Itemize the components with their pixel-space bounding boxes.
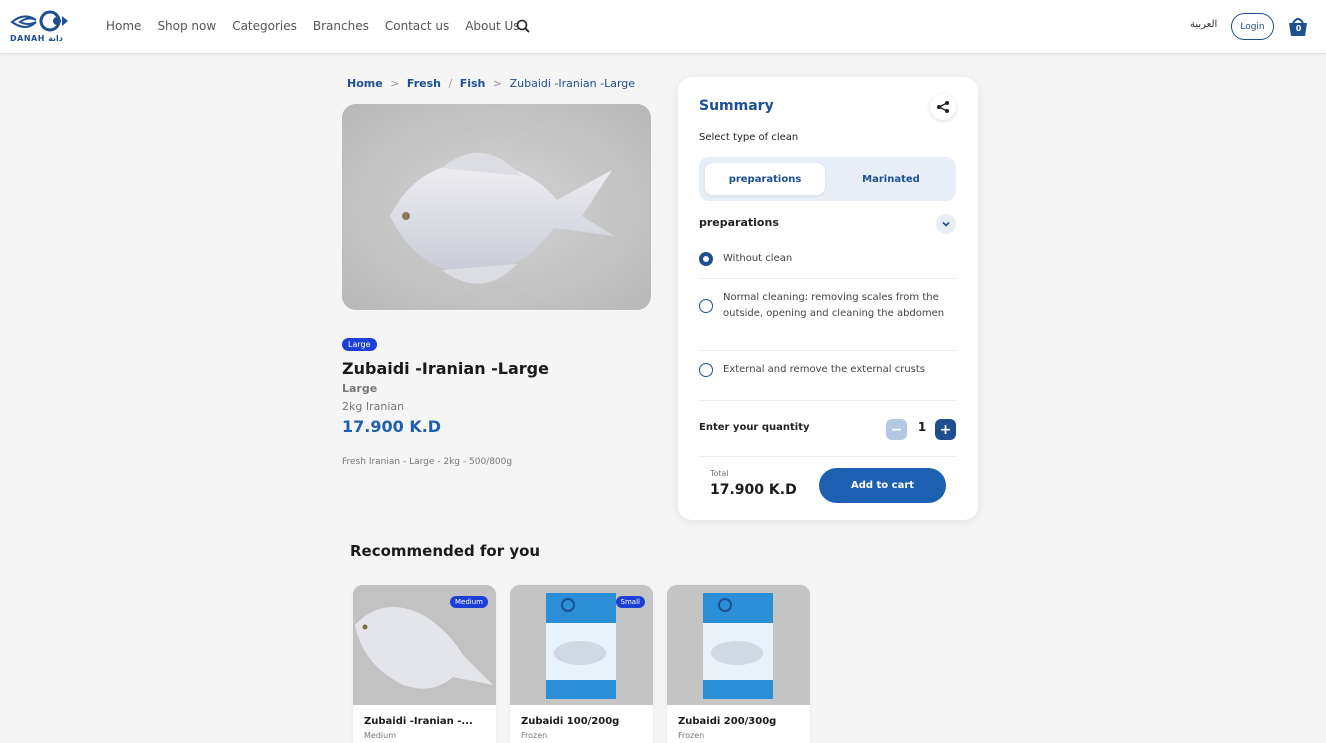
increase-quantity-button[interactable]: + (935, 419, 956, 440)
nav-contact-us[interactable]: Contact us (385, 19, 449, 33)
nav-home[interactable]: Home (106, 19, 141, 33)
add-to-cart-button[interactable]: Add to cart (819, 468, 946, 503)
search-icon[interactable] (516, 19, 530, 33)
option-normal-cleaning[interactable]: Normal cleaning: removing scales from th… (699, 290, 956, 322)
divider (699, 350, 956, 351)
summary-card: Summary Select type of clean preparation… (678, 77, 978, 520)
product-title: Zubaidi -Iranian -Large (342, 359, 549, 378)
nav-shop-now[interactable]: Shop now (157, 19, 216, 33)
product-card[interactable]: Medium Zubaidi -Iranian -... Medium (353, 585, 496, 743)
chevron-down-icon (942, 221, 950, 227)
nav-branches[interactable]: Branches (313, 19, 369, 33)
clean-type-label: Select type of clean (699, 132, 799, 143)
card-title: Zubaidi 200/300g (678, 716, 777, 727)
product-price: 17.900 K.D (342, 417, 442, 436)
size-badge: Large (342, 338, 377, 351)
card-subtitle: Medium (364, 731, 396, 740)
preparations-heading: preparations (699, 216, 779, 229)
summary-title: Summary (699, 98, 774, 114)
logo-fish-icon (10, 10, 68, 32)
option-without-clean[interactable]: Without clean (699, 251, 956, 267)
product-description: Fresh Iranian - Large - 2kg - 500/800g (342, 457, 513, 467)
card-subtitle: Frozen (678, 731, 705, 740)
product-origin: 2kg Iranian (342, 400, 405, 413)
collapse-button[interactable] (936, 214, 956, 234)
divider (699, 400, 956, 401)
product-size: Large (342, 382, 378, 395)
option-label: External and remove the external crusts (723, 364, 926, 375)
main-nav: Home Shop now Categories Branches Contac… (106, 19, 536, 33)
card-title: Zubaidi -Iranian -... (364, 716, 473, 727)
breadcrumb-fish[interactable]: Fish (460, 77, 486, 90)
card-subtitle: Frozen (521, 731, 548, 740)
nav-about-us[interactable]: About Us (465, 19, 519, 33)
quantity-value: 1 (917, 420, 927, 434)
radio-selected[interactable] (699, 252, 713, 266)
breadcrumb: Home > Fresh / Fish > Zubaidi -Iranian -… (347, 77, 635, 90)
tab-preparations[interactable]: preparations (705, 163, 825, 195)
quantity-label: Enter your quantity (699, 422, 810, 433)
nav-categories[interactable]: Categories (232, 19, 297, 33)
cart-count-badge: 0 (1295, 24, 1302, 33)
card-size-badge: Medium (450, 596, 488, 608)
product-image (342, 104, 651, 310)
recommended-heading: Recommended for you (350, 542, 541, 560)
option-label: Normal cleaning: removing scales from th… (723, 292, 945, 319)
language-switch[interactable]: العربية (1190, 19, 1217, 30)
fish-photo (342, 104, 651, 310)
share-icon (937, 101, 949, 113)
total-value: 17.900 K.D (710, 482, 797, 498)
radio-unselected[interactable] (699, 299, 713, 313)
card-size-badge: Small (615, 596, 645, 608)
danah-logo[interactable]: DANAH دانة (10, 10, 76, 46)
divider (699, 456, 956, 457)
product-card[interactable]: Zubaidi 200/300g Frozen (667, 585, 810, 743)
divider (699, 278, 956, 279)
radio-unselected[interactable] (699, 363, 713, 377)
breadcrumb-separator: > (390, 77, 400, 90)
breadcrumb-home[interactable]: Home (347, 77, 383, 90)
breadcrumb-slash: / (448, 77, 453, 90)
product-card-image (667, 585, 810, 705)
share-button[interactable] (930, 94, 956, 120)
clean-type-tabs: preparations Marinated (699, 157, 956, 201)
logo-text: DANAH دانة (10, 34, 63, 43)
total-label: Total (710, 469, 729, 478)
breadcrumb-fresh[interactable]: Fresh (407, 77, 441, 90)
breadcrumb-separator: > (492, 77, 503, 90)
option-external-crusts[interactable]: External and remove the external crusts (699, 362, 956, 378)
package-photo (667, 585, 810, 705)
card-title: Zubaidi 100/200g (521, 716, 620, 727)
breadcrumb-current: Zubaidi -Iranian -Large (509, 77, 636, 90)
tab-marinated[interactable]: Marinated (831, 163, 951, 195)
decrease-quantity-button[interactable]: − (886, 419, 907, 440)
top-header: DANAH دانة Home Shop now Categories Bran… (0, 0, 1326, 54)
login-button[interactable]: Login (1231, 13, 1274, 40)
option-label: Without clean (723, 253, 793, 264)
product-card[interactable]: Small Zubaidi 100/200g Frozen (510, 585, 653, 743)
